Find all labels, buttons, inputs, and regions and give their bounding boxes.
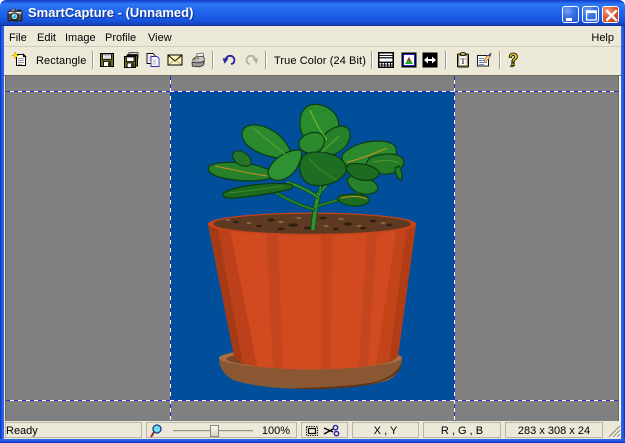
svg-text:T: T (460, 56, 466, 66)
